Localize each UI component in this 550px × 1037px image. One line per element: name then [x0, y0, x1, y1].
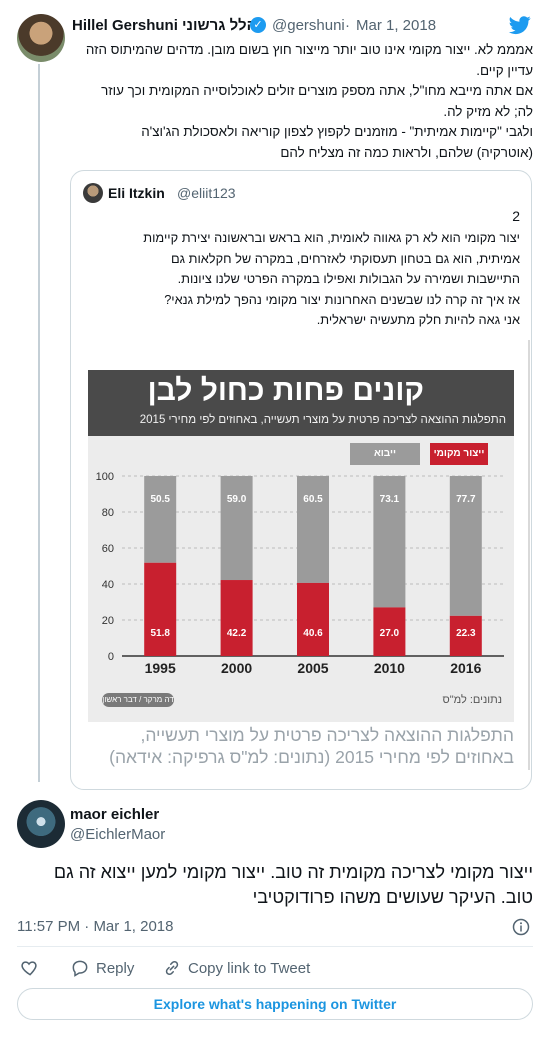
handle-date-separator: ·	[345, 17, 350, 34]
quoted-author-handle[interactable]: @eliit123	[177, 185, 236, 201]
like-button[interactable]	[20, 958, 40, 978]
bar-local	[144, 562, 177, 656]
bar-import	[220, 476, 253, 581]
reply-label[interactable]: Reply	[96, 960, 134, 977]
reply-icon	[72, 960, 88, 977]
data-label-local: 22.3	[456, 628, 476, 639]
author-name[interactable]: Hillel Gershuni הלל גרשוני	[72, 17, 257, 34]
x-tick-label: 1995	[145, 660, 176, 676]
data-label-import: 59.0	[227, 494, 247, 505]
tweet-line: אם אתה מייבא מחו"ל, אתה מספק מוצרים זולי…	[101, 83, 533, 98]
y-tick-label: 40	[102, 579, 114, 591]
reply-timestamp[interactable]: 11:57 PM · Mar 1, 2018	[17, 918, 173, 935]
reply-button[interactable]: Reply	[70, 958, 134, 978]
legend-import: ייבוא	[350, 443, 420, 465]
reply-author-name[interactable]: maor eichler	[70, 806, 159, 823]
x-tick-label: 2005	[297, 660, 328, 676]
tweet-text: אמממ לא. ייצור מקומי אינו טוב יותר מייצו…	[70, 40, 533, 163]
chart-logo: דה מרקר / דבר ראשון	[102, 693, 174, 707]
y-tick-label: 0	[108, 651, 114, 663]
author-handle[interactable]: @gershuni	[272, 17, 345, 34]
quoted-line: אני גאה להיות חלק מתעשיה ישראלית.	[316, 312, 520, 327]
tweet-line: ולגבי "קיימות אמיתית" - מוזמנים לקפוץ לצ…	[141, 124, 533, 139]
reply-date[interactable]: Mar 1, 2018	[93, 918, 173, 935]
meta-divider	[17, 946, 533, 947]
quoted-number: 2	[512, 208, 520, 224]
reply-author-handle[interactable]: @EichlerMaor	[70, 826, 165, 843]
y-tick-label: 60	[102, 543, 114, 555]
chart-caption-line: באחוזים לפי מחירי 2015 (נתונים: למ"ס גרפ…	[109, 747, 514, 767]
tweet-line: (אוטרקיה) שלהם, ולראות כמה זה מצליח להם	[280, 144, 533, 160]
data-label-local: 51.8	[150, 628, 170, 639]
thread-connector-line	[38, 64, 40, 782]
data-label-import: 60.5	[303, 494, 323, 505]
bar-import	[144, 476, 177, 563]
chart-header: קונים פחות כחול לבן התפלגות ההוצאה לצריכ…	[88, 370, 514, 436]
data-label-local: 40.6	[303, 628, 323, 639]
chart-caption: התפלגות ההוצאה לצריכה פרטית על מוצרי תעש…	[88, 724, 514, 768]
quoted-line: אז איך זה קרה לנו שבשנים האחרונות יצור מ…	[164, 291, 520, 307]
chart-subtitle: התפלגות ההוצאה לצריכה פרטית על מוצרי תעש…	[139, 414, 506, 426]
quoted-line: אמיתית, הוא גם בטחון תעסוקתי לאזרחים, במ…	[170, 250, 520, 266]
copy-link-label[interactable]: Copy link to Tweet	[188, 960, 310, 977]
info-icon[interactable]	[512, 918, 530, 936]
quoted-text: יצור מקומי הוא לא רק גאווה לאומית, הוא ב…	[84, 228, 520, 331]
quoted-line: יצור מקומי הוא לא רק גאווה לאומית, הוא ב…	[143, 230, 520, 245]
tweet-date[interactable]: Mar 1, 2018	[356, 17, 436, 34]
reply-author-avatar[interactable]	[17, 800, 65, 848]
x-tick-label: 2000	[221, 660, 252, 676]
quoted-author-avatar[interactable]	[83, 183, 103, 203]
data-label-import: 50.5	[150, 494, 170, 505]
tweet-line: עדיין קיים.	[476, 62, 533, 78]
x-tick-label: 2016	[450, 660, 481, 676]
quoted-line: התיישבות ושמירה על הגבולות ואפילו במקרה …	[177, 271, 520, 286]
chart-caption-line: התפלגות ההוצאה לצריכה פרטית על מוצרי תעש…	[140, 725, 514, 745]
author-avatar[interactable]	[17, 14, 65, 62]
quoted-scrollbar[interactable]	[528, 340, 530, 770]
tweet-line: לה; לא מזיק לה.	[443, 103, 533, 119]
reply-time[interactable]: 11:57 PM	[17, 918, 80, 935]
bar-local	[297, 582, 329, 656]
y-tick-label: 100	[96, 471, 114, 483]
y-tick-label: 80	[102, 507, 114, 519]
chart-source: נתונים: למ"ס	[442, 694, 502, 706]
stacked-bar-chart: 0 20 40 60 80 100 50.5 51.8 1995 59.0 42.2 2000 60.5…	[96, 471, 504, 676]
copy-link-button[interactable]: Copy link to Tweet	[162, 958, 310, 978]
reply-dot: ·	[84, 918, 90, 935]
chart-title: קונים פחות כחול לבן	[147, 374, 424, 407]
legend-local: ייצור מקומי	[430, 443, 488, 465]
chart-image: קונים פחות כחול לבן התפלגות ההוצאה לצריכ…	[88, 370, 514, 722]
data-label-local: 27.0	[380, 628, 400, 639]
y-tick-label: 20	[102, 615, 114, 627]
explore-twitter-button[interactable]: Explore what's happening on Twitter	[17, 988, 533, 1020]
bar-local	[220, 580, 253, 656]
data-label-import: 73.1	[380, 494, 400, 505]
x-tick-label: 2010	[374, 660, 405, 676]
bar-import	[297, 476, 329, 583]
twitter-bird-icon[interactable]	[508, 14, 532, 36]
heart-icon	[21, 961, 37, 976]
quoted-author-name[interactable]: Eli Itzkin	[108, 185, 165, 201]
verified-badge-icon: ✓	[250, 17, 266, 33]
data-label-import: 77.7	[456, 494, 476, 505]
data-label-local: 42.2	[227, 628, 247, 639]
reply-text: ייצור מקומי לצריכה מקומית זה טוב. ייצור …	[53, 862, 533, 907]
link-icon	[165, 960, 179, 976]
tweet-line: אמממ לא. ייצור מקומי אינו טוב יותר מייצו…	[85, 42, 533, 57]
